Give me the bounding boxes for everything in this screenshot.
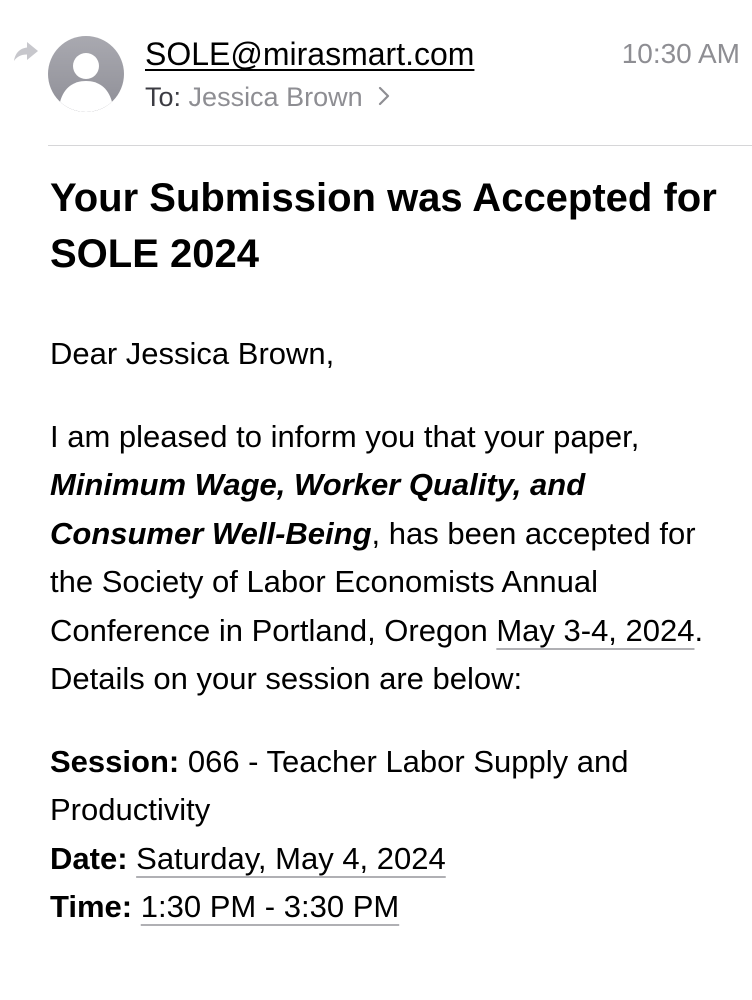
email-subject: Your Submission was Accepted for SOLE 20… [50, 176, 717, 276]
to-label: To: [145, 82, 182, 112]
chevron-right-icon[interactable] [378, 80, 390, 114]
sender-avatar[interactable] [48, 36, 124, 112]
header-divider [48, 145, 752, 146]
date-line: Date: Saturday, May 4, 2024 [50, 835, 740, 884]
recipient-row[interactable]: To: Jessica Brown [145, 80, 390, 114]
greeting: Dear Jessica Brown, [50, 336, 335, 371]
session-date-link[interactable]: Saturday, May 4, 2024 [136, 841, 446, 876]
session-line: Session: 066 - Teacher Labor Supply and … [50, 738, 740, 835]
person-avatar-icon [60, 53, 112, 112]
time-line: Time: 1:30 PM - 3:30 PM [50, 883, 740, 932]
session-label: Session: [50, 743, 180, 779]
date-label: Date: [50, 840, 128, 876]
acceptance-paragraph: I am pleased to inform you that your pap… [50, 413, 740, 704]
email-body: Dear Jessica Brown, I am pleased to info… [50, 330, 740, 932]
intro-text-1: I am pleased to inform you that your pap… [50, 418, 640, 454]
sender-email-link[interactable]: SOLE@mirasmart.com [145, 34, 474, 74]
conference-dates-link[interactable]: May 3-4, 2024 [496, 613, 694, 648]
received-time: 10:30 AM [621, 38, 740, 69]
email-header: SOLE@mirasmart.com 10:30 AM To: Jessica … [0, 0, 752, 146]
recipient-name[interactable]: Jessica Brown [189, 82, 363, 112]
time-label: Time: [50, 889, 133, 924]
session-time-link[interactable]: 1:30 PM - 3:30 PM [141, 889, 399, 924]
forward-arrow-icon [12, 40, 40, 64]
